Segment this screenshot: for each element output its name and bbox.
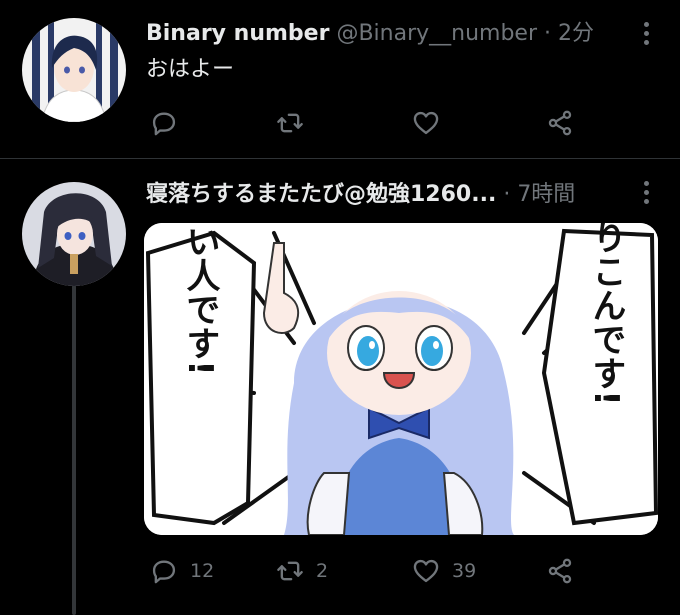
author-handle[interactable]: @Binary__number xyxy=(336,21,537,46)
retweet-icon xyxy=(277,113,303,133)
separator-dot: · xyxy=(503,182,511,207)
timestamp[interactable]: 7時間 xyxy=(517,182,575,207)
like-button[interactable] xyxy=(412,105,452,141)
separator-dot: · xyxy=(544,21,551,46)
media-text-right: この人ろりこんです! xyxy=(586,223,626,406)
avatar-binary-number[interactable] xyxy=(22,18,126,122)
author-name[interactable]: 寝落ちするまたたび@勉強1260... xyxy=(146,182,496,207)
author-name[interactable]: Binary number xyxy=(146,21,329,46)
tweet-actions: 12 2 39 xyxy=(146,553,616,589)
tweet-text: おはよー xyxy=(146,57,235,82)
more-icon[interactable] xyxy=(642,181,650,211)
avatar-matatabi[interactable] xyxy=(22,182,126,286)
reply-icon xyxy=(152,560,176,584)
reply-button[interactable] xyxy=(150,105,190,141)
share-button[interactable] xyxy=(546,105,574,141)
tweet-1[interactable]: Binary number @Binary__number · 2分 おはよー xyxy=(0,0,680,159)
reply-count: 12 xyxy=(190,560,215,582)
tweet-actions xyxy=(146,105,616,141)
retweet-button[interactable]: 2 xyxy=(276,553,328,589)
like-icon xyxy=(413,111,439,135)
thread-line xyxy=(72,285,76,615)
more-icon[interactable] xyxy=(642,22,650,52)
tweet-header: Binary number @Binary__number · 2分 xyxy=(146,18,624,50)
retweet-button[interactable] xyxy=(276,105,316,141)
tweet-header: 寝落ちするまたたび@勉強1260... · 7時間 xyxy=(146,179,624,211)
retweet-count: 2 xyxy=(316,560,329,582)
share-icon xyxy=(548,558,572,584)
media-text-left: あぶない人です! xyxy=(180,223,220,376)
timestamp[interactable]: 2分 xyxy=(558,21,594,46)
reply-icon xyxy=(152,112,176,136)
like-button[interactable]: 39 xyxy=(412,553,476,589)
reply-button[interactable]: 12 xyxy=(150,553,214,589)
share-icon xyxy=(548,110,572,136)
like-icon xyxy=(413,559,439,583)
tweet-media-image[interactable]: あぶない人です! この人ろりこんです! xyxy=(144,223,658,535)
retweet-icon xyxy=(277,561,303,581)
like-count: 39 xyxy=(452,560,477,582)
share-button[interactable] xyxy=(546,553,574,589)
